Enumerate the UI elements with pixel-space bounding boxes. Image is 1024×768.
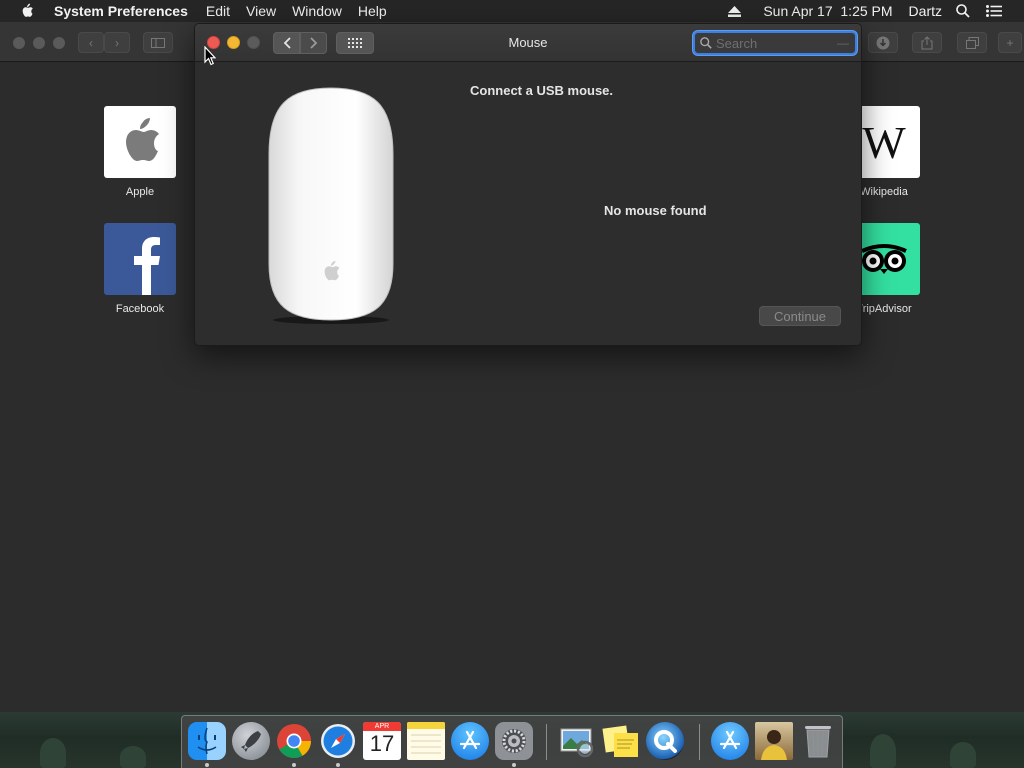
continue-button[interactable]: Continue: [759, 306, 841, 326]
quicktime-icon[interactable]: [646, 722, 684, 760]
minimize-button[interactable]: [227, 36, 240, 49]
share-button[interactable]: [912, 32, 942, 53]
search-icon: [956, 4, 970, 18]
tabs-button[interactable]: [957, 32, 987, 53]
back-button[interactable]: [273, 32, 300, 54]
finder-icon[interactable]: [188, 722, 226, 760]
favorite-label: Facebook: [115, 303, 165, 315]
downloads-button[interactable]: [868, 32, 898, 53]
eject-icon: [728, 5, 742, 17]
mouse-preferences-window: Mouse — Connect a USB mouse. No mouse fo…: [194, 23, 862, 346]
list-icon: [986, 5, 1002, 17]
dock: APR 17: [181, 715, 843, 768]
eject-menu-extra[interactable]: [728, 5, 742, 17]
notification-center-menu-extra[interactable]: [986, 5, 1002, 17]
running-indicator: [292, 763, 296, 767]
facebook-logo-icon: [104, 223, 176, 295]
apple-menu[interactable]: [0, 3, 54, 19]
share-icon: [921, 35, 933, 49]
magic-mouse-illustration: [268, 87, 394, 324]
preview-icon[interactable]: [558, 722, 596, 760]
safari-icon[interactable]: [319, 722, 357, 760]
safari-zoom-button[interactable]: [53, 37, 65, 49]
menubar-clock[interactable]: Sun Apr 17 1:25 PM: [763, 3, 892, 19]
photo-thumbnail-icon[interactable]: [755, 722, 793, 760]
launchpad-icon[interactable]: [232, 722, 270, 760]
menubar-user[interactable]: Dartz: [909, 3, 942, 19]
search-icon: [700, 37, 712, 49]
calendar-day: 17: [369, 731, 395, 756]
show-all-button[interactable]: [336, 32, 374, 54]
search-input[interactable]: [716, 35, 836, 51]
apple-logo-icon: [104, 106, 176, 178]
forward-button[interactable]: [300, 32, 327, 54]
chevron-right-icon: ›: [115, 35, 119, 50]
menu-app-name[interactable]: System Preferences: [54, 3, 198, 19]
spotlight-menu-extra[interactable]: [956, 4, 970, 18]
new-tab-button[interactable]: +: [998, 32, 1022, 53]
trash-icon[interactable]: [799, 722, 837, 760]
dock-separator: [699, 724, 700, 760]
stickies-icon[interactable]: [602, 722, 640, 760]
favorite-apple[interactable]: Apple: [104, 106, 176, 198]
grid-icon: [348, 38, 362, 48]
menu-help[interactable]: Help: [350, 3, 395, 19]
menu-edit[interactable]: Edit: [198, 3, 238, 19]
system-preferences-icon[interactable]: [495, 722, 533, 760]
status-message: No mouse found: [604, 203, 707, 218]
calendar-icon[interactable]: APR 17: [363, 722, 401, 760]
menu-bar: System Preferences Edit View Window Help…: [0, 0, 1024, 22]
app-store-icon[interactable]: [451, 722, 489, 760]
zoom-button[interactable]: [247, 36, 260, 49]
apple-logo-icon: [22, 3, 33, 17]
running-indicator: [205, 763, 209, 767]
safari-close-button[interactable]: [13, 37, 25, 49]
sidebar-icon: [151, 37, 165, 48]
menu-view[interactable]: View: [238, 3, 284, 19]
mouse-cursor-icon: [204, 46, 216, 66]
chevron-left-icon: [283, 37, 291, 49]
favorite-facebook[interactable]: Facebook: [104, 223, 176, 315]
search-field[interactable]: —: [693, 31, 857, 55]
chevron-right-icon: [309, 37, 317, 49]
chrome-icon[interactable]: [275, 722, 313, 760]
plus-icon: +: [1006, 35, 1014, 50]
safari-minimize-button[interactable]: [33, 37, 45, 49]
safari-back-button[interactable]: ‹: [78, 32, 104, 53]
safari-forward-button[interactable]: ›: [104, 32, 130, 53]
downloads-folder-icon[interactable]: [711, 722, 749, 760]
menu-window[interactable]: Window: [284, 3, 350, 19]
prefs-toolbar: Mouse —: [195, 24, 861, 62]
favorite-label: Apple: [125, 186, 155, 198]
calendar-month: APR: [363, 722, 401, 731]
running-indicator: [512, 763, 516, 767]
connect-instruction: Connect a USB mouse.: [470, 83, 614, 98]
download-icon: [876, 36, 890, 49]
running-indicator: [336, 763, 340, 767]
notes-icon[interactable]: [407, 722, 445, 760]
sidebar-toggle-button[interactable]: [143, 32, 173, 53]
dock-separator: [546, 724, 547, 760]
chevron-left-icon: ‹: [89, 35, 93, 50]
tabs-icon: [965, 36, 979, 49]
clear-search-icon[interactable]: —: [837, 36, 849, 50]
